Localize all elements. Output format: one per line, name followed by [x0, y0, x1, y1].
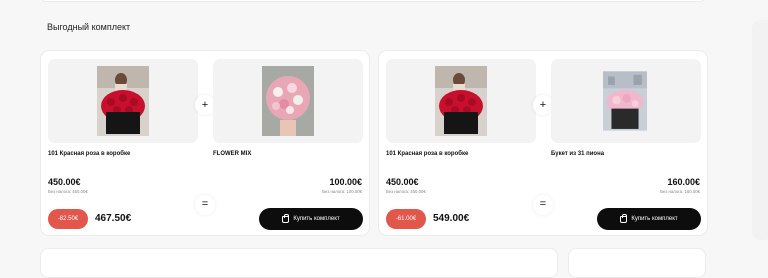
product-name[interactable]: Букет из 31 пиона — [551, 151, 604, 157]
buy-bundle-button[interactable]: Купить комплект — [597, 208, 701, 230]
bundle-card: + 101 Красная роза в коробке FLOWER MIX … — [40, 50, 370, 236]
product-net-price: Без налога: 450.00€ — [386, 189, 426, 194]
equals-icon: = — [195, 195, 215, 215]
mixed-bouquet-image — [262, 66, 314, 136]
product-name[interactable]: FLOWER MIX — [213, 151, 251, 157]
red-roses-box-image — [435, 66, 487, 136]
product-name[interactable]: 101 Красная роза в коробке — [48, 151, 130, 157]
product-image-tile[interactable] — [48, 59, 198, 143]
bundle-total-price: 467.50€ — [95, 213, 132, 224]
product-net-price: Без налога: 160.00€ — [660, 189, 700, 194]
product-image-tile[interactable] — [551, 59, 701, 143]
product-net-price: Без налога: 100.00€ — [322, 189, 362, 194]
product-price: 450.00€ — [48, 177, 81, 187]
section-title: Выгодный комплект — [47, 22, 131, 32]
product-price: 450.00€ — [386, 177, 419, 187]
buy-bundle-label: Купить комплект — [631, 216, 678, 222]
discount-badge: -61.00€ — [386, 209, 426, 229]
discount-badge: -82.50€ — [48, 209, 88, 229]
equals-icon: = — [533, 195, 553, 215]
product-price: 160.00€ — [667, 177, 700, 187]
next-section-card — [568, 248, 706, 278]
product-image-tile[interactable] — [386, 59, 536, 143]
product-image-tile[interactable] — [213, 59, 363, 143]
buy-bundle-label: Купить комплект — [293, 216, 340, 222]
plus-icon: + — [195, 95, 215, 115]
plus-icon: + — [533, 95, 553, 115]
product-price: 100.00€ — [329, 177, 362, 187]
right-edge-panel — [752, 20, 768, 240]
product-net-price: Без налога: 450.00€ — [48, 189, 88, 194]
pink-peony-bouquet-image — [603, 71, 647, 131]
bundle-total-price: 549.00€ — [433, 213, 470, 224]
red-roses-box-image — [97, 66, 149, 136]
product-name[interactable]: 101 Красная роза в коробке — [386, 151, 468, 157]
buy-bundle-button[interactable]: Купить комплект — [259, 208, 363, 230]
next-section-card — [40, 248, 558, 278]
shopping-bag-icon — [282, 213, 290, 223]
shopping-bag-icon — [620, 213, 628, 223]
top-card — [40, 0, 706, 2]
bundle-card: + 101 Красная роза в коробке Букет из 31… — [378, 50, 708, 236]
